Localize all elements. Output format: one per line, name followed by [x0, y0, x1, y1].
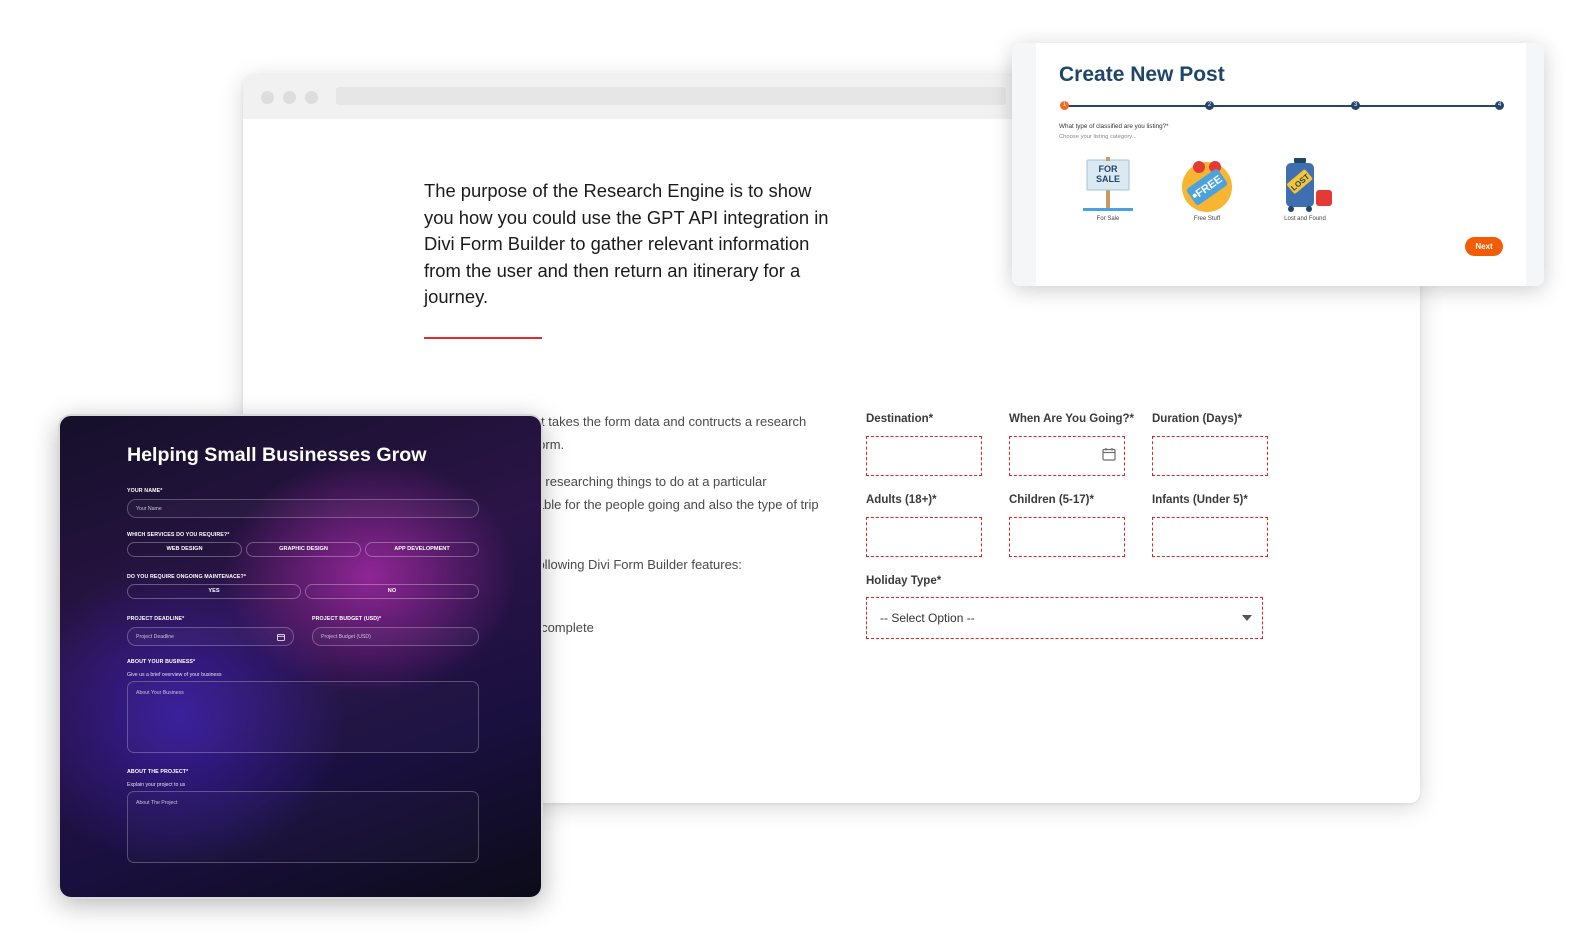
duration-input[interactable] [1152, 436, 1268, 476]
holiday-type-label: Holiday Type* [866, 575, 942, 587]
about-business-placeholder: About Your Business [136, 690, 184, 696]
window-control-dot [305, 91, 318, 104]
adults-input[interactable] [866, 517, 982, 557]
children-label: Children (5-17)* [1009, 494, 1094, 506]
business-form-card: Helping Small Businesses Grow YOUR NAME*… [58, 414, 543, 899]
about-project-hint: Explain your project to us [127, 782, 186, 788]
body-text-line: e following Divi Form Builder features: [523, 557, 742, 572]
accent-divider [424, 337, 542, 339]
about-business-textarea[interactable]: About Your Business [127, 681, 479, 753]
post-title: Create New Post [1059, 63, 1225, 86]
maintenance-yes-option[interactable]: YES [127, 584, 301, 599]
deadline-placeholder: Project Deadline [136, 634, 175, 640]
name-label: YOUR NAME* [127, 488, 163, 494]
body-text-line: mpt takes the form data and contructs a … [523, 414, 807, 429]
body-text-line: utocomplete [523, 620, 594, 635]
category-free-stuff[interactable]: FREE Free Stuff [1174, 156, 1240, 226]
category-lost-found[interactable]: LOST Lost and Found [1272, 156, 1338, 226]
when-label: When Are You Going?* [1009, 413, 1135, 425]
intro-paragraph: The purpose of the Research Engine is to… [424, 180, 829, 307]
service-option-app-development[interactable]: APP DEVELOPMENT [365, 542, 479, 557]
deadline-input[interactable]: Project Deadline [127, 627, 294, 646]
category-label: Lost and Found [1284, 216, 1326, 222]
infants-label: Infants (Under 5)* [1152, 494, 1248, 506]
name-input[interactable]: Your Name [127, 499, 479, 518]
about-project-placeholder: About The Project [136, 800, 178, 806]
maintenance-label: DO YOU REQUIRE ONGOING MAINTENACE?* [127, 574, 247, 580]
form-title: Helping Small Businesses Grow [127, 444, 427, 466]
for-sale-sign-icon: FOR SALE [1083, 157, 1133, 211]
services-label: WHICH SERVICES DO YOU REQUIRE?* [127, 532, 230, 538]
budget-label: PROJECT BUDGET (USD)* [312, 616, 382, 622]
budget-input[interactable]: Project Budget (USD) [312, 627, 479, 646]
adults-label: Adults (18+)* [866, 494, 937, 506]
maintenance-no-option[interactable]: NO [305, 584, 479, 599]
body-text-line: are researching things to do at a partic… [523, 474, 767, 489]
chevron-down-icon [1242, 615, 1252, 621]
about-project-label: ABOUT THE PROJECT* [127, 769, 189, 775]
calendar-icon[interactable] [1102, 447, 1116, 461]
card-side-panel [1012, 43, 1036, 286]
calendar-icon[interactable] [277, 633, 285, 641]
name-placeholder: Your Name [136, 506, 162, 512]
lost-luggage-icon: LOST [1286, 158, 1332, 212]
deadline-label: PROJECT DEADLINE* [127, 616, 185, 622]
free-tag-icon: FREE [1182, 161, 1232, 212]
destination-label: Destination* [866, 413, 934, 425]
step-indicator-3[interactable]: 3 [1351, 101, 1360, 110]
category-label: For Sale [1096, 216, 1120, 222]
window-control-dot [283, 91, 296, 104]
create-post-card: Create New Post 1 2 3 4 What type of cla… [1012, 43, 1544, 286]
select-value: -- Select Option -- [880, 611, 975, 625]
destination-input[interactable] [866, 436, 982, 476]
body-text-line: e. [523, 516, 843, 539]
step-indicator-4[interactable]: 4 [1495, 101, 1504, 110]
infants-input[interactable] [1152, 517, 1268, 557]
step-progress-line [1064, 105, 1497, 107]
next-button[interactable]: Next [1465, 237, 1503, 256]
for-sale-sign-text: FOR SALE [1096, 164, 1120, 184]
holiday-type-select[interactable]: -- Select Option -- [866, 597, 1263, 639]
category-label: Free Stuff [1193, 216, 1221, 222]
when-date-input[interactable] [1009, 436, 1125, 476]
card-side-panel [1526, 43, 1544, 286]
children-input[interactable] [1009, 517, 1125, 557]
about-business-hint: Give us a brief overview of your busines… [127, 672, 222, 678]
category-subtext: Choose your listing category... [1059, 134, 1137, 140]
duration-label: Duration (Days)* [1152, 413, 1243, 425]
category-question: What type of classified are you listing?… [1059, 123, 1169, 130]
about-business-label: ABOUT YOUR BUSINESS* [127, 659, 196, 665]
category-for-sale[interactable]: FOR SALE For Sale [1075, 156, 1141, 226]
window-control-dot [261, 91, 274, 104]
service-option-web-design[interactable]: WEB DESIGN [127, 542, 242, 557]
body-text-line: uitable for the people going and also th… [523, 497, 819, 512]
step-indicator-1[interactable]: 1 [1060, 101, 1069, 110]
body-text-line: erform. [523, 437, 565, 452]
address-bar[interactable] [336, 87, 1006, 105]
step-indicator-2[interactable]: 2 [1205, 101, 1214, 110]
service-option-graphic-design[interactable]: GRAPHIC DESIGN [246, 542, 361, 557]
about-project-textarea[interactable]: About The Project [127, 791, 479, 863]
budget-placeholder: Project Budget (USD) [321, 634, 371, 640]
